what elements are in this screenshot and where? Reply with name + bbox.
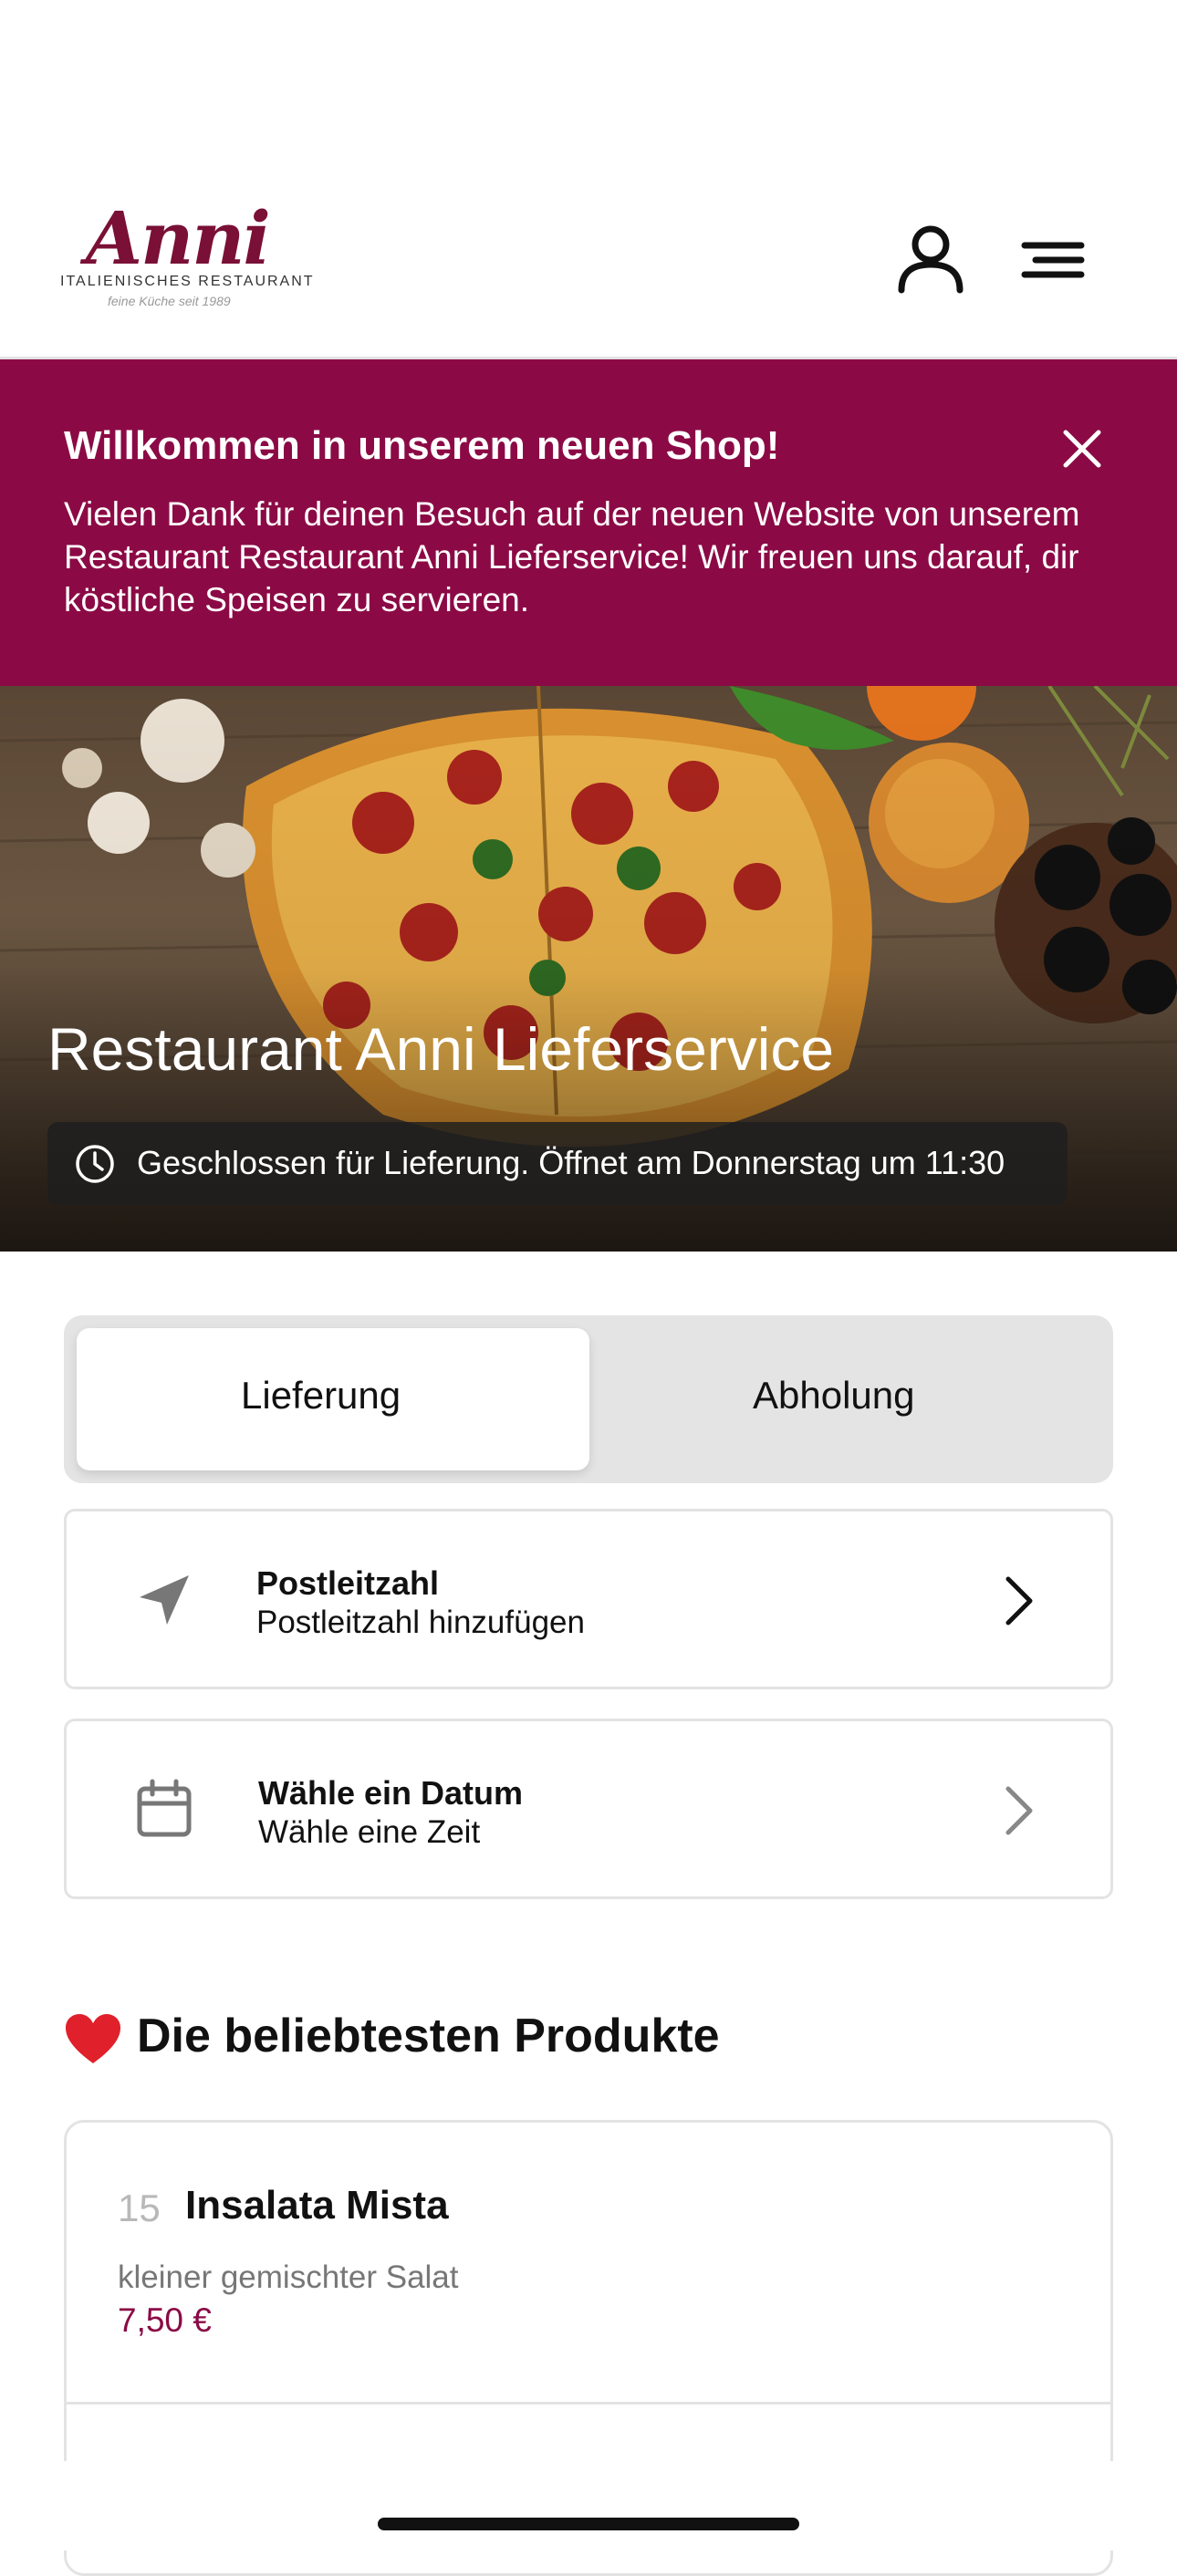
date-label: Wähle ein Datum — [258, 1774, 524, 1812]
restaurant-title: Restaurant Anni Lieferservice — [47, 1015, 835, 1083]
date-time-card[interactable]: Wähle ein Datum Wähle eine Zeit — [64, 1719, 1113, 1899]
product-price: 7,50 € — [118, 2301, 212, 2339]
divider — [67, 2402, 1110, 2405]
welcome-banner: Willkommen in unserem neuen Shop! Vielen… — [0, 359, 1177, 686]
hero-image: Restaurant Anni Lieferservice Geschlosse… — [0, 686, 1177, 1252]
opening-status-text: Geschlossen für Lieferung. Öffnet am Don… — [137, 1144, 1005, 1181]
opening-status: Geschlossen für Lieferung. Öffnet am Don… — [47, 1122, 1068, 1206]
home-indicator[interactable] — [378, 2518, 799, 2530]
header: Anni ITALIENISCHES RESTAURANT feine Küch… — [0, 0, 1177, 359]
chevron-right-icon — [1005, 1786, 1033, 1835]
order-mode-toggle: Lieferung Abholung — [64, 1315, 1113, 1483]
hamburger-menu-icon[interactable] — [1017, 219, 1090, 301]
postcode-label: Postleitzahl — [256, 1564, 440, 1602]
chevron-right-icon — [1005, 1576, 1033, 1626]
clock-icon — [76, 1145, 114, 1183]
postcode-card[interactable]: Postleitzahl Postleitzahl hinzufügen — [64, 1509, 1113, 1689]
user-icon[interactable] — [894, 219, 967, 301]
logo-name: Anni — [86, 195, 271, 281]
product-name: Insalata Mista — [185, 2183, 449, 2228]
heart-icon — [66, 2014, 120, 2063]
postcode-value: Postleitzahl hinzufügen — [256, 1605, 585, 1640]
tab-lieferung-label[interactable]: Lieferung — [241, 1374, 401, 1418]
tab-abholung[interactable]: Abholung — [753, 1374, 915, 1418]
logo-tagline: feine Küche seit 1989 — [108, 294, 231, 308]
banner-title: Willkommen in unserem neuen Shop! — [64, 423, 780, 468]
banner-text: Vielen Dank für deinen Besuch auf der ne… — [64, 495, 1080, 618]
popular-products-title: Die beliebtesten Produkte — [137, 2010, 720, 2062]
time-value: Wähle eine Zeit — [258, 1814, 481, 1850]
location-arrow-icon — [140, 1575, 189, 1625]
bottom-area — [0, 2461, 1177, 2550]
product-description: kleiner gemischter Salat — [118, 2259, 459, 2295]
restaurant-logo[interactable]: Anni ITALIENISCHES RESTAURANT feine Küch… — [60, 195, 313, 312]
logo-subtitle: ITALIENISCHES RESTAURANT — [60, 274, 315, 289]
product-number: 15 — [118, 2186, 161, 2229]
calendar-icon — [137, 1779, 192, 1837]
close-icon[interactable] — [1058, 425, 1106, 473]
